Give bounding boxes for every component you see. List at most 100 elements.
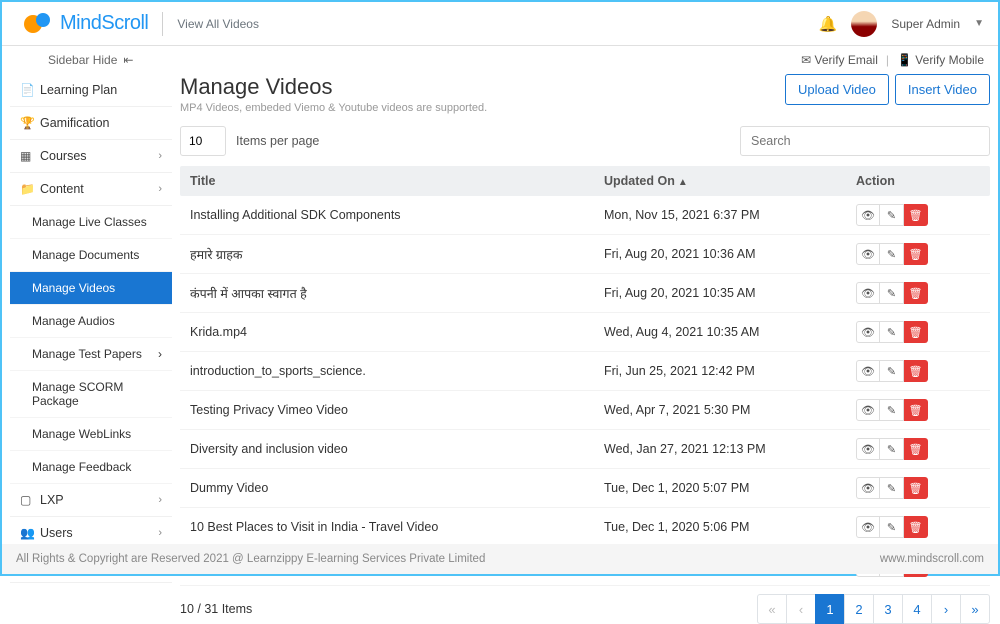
- nav-item-lxp[interactable]: ▢LXP›: [10, 484, 172, 517]
- page-nav-button[interactable]: ›: [931, 594, 961, 624]
- nav-item-learning-plan[interactable]: 📄Learning Plan: [10, 74, 172, 107]
- view-button[interactable]: 👁: [856, 321, 880, 343]
- eye-icon: 👁: [861, 521, 875, 534]
- sidebar-hide-label: Sidebar Hide: [48, 53, 117, 67]
- cell-title: Installing Additional SDK Components: [190, 208, 604, 222]
- sidebar-hide-toggle[interactable]: Sidebar Hide ⇤: [48, 53, 133, 67]
- nav-label: Learning Plan: [40, 83, 162, 97]
- chevron-right-icon: ›: [158, 494, 162, 506]
- eye-icon: 👁: [861, 326, 875, 339]
- nav-item-courses[interactable]: ▦Courses›: [10, 140, 172, 173]
- user-name[interactable]: Super Admin: [891, 17, 960, 31]
- col-title[interactable]: Title: [190, 174, 604, 188]
- cell-title: Diversity and inclusion video: [190, 442, 604, 456]
- edit-button[interactable]: ✎: [880, 516, 904, 538]
- nav-icon: 👥: [20, 526, 34, 540]
- delete-button[interactable]: 🗑: [904, 204, 928, 226]
- table-row: हमारे ग्राहक Fri, Aug 20, 2021 10:36 AM …: [180, 235, 990, 274]
- edit-button[interactable]: ✎: [880, 399, 904, 421]
- trash-icon: 🗑: [909, 326, 923, 339]
- trash-icon: 🗑: [909, 248, 923, 261]
- view-button[interactable]: 👁: [856, 516, 880, 538]
- cell-updated: Fri, Jun 25, 2021 12:42 PM: [604, 364, 856, 378]
- table-row: Testing Privacy Vimeo Video Wed, Apr 7, …: [180, 391, 990, 430]
- nav-sub-manage-test-papers[interactable]: Manage Test Papers›: [10, 338, 172, 371]
- view-button[interactable]: 👁: [856, 438, 880, 460]
- items-count: 10 / 31 Items: [180, 602, 252, 616]
- nav-sub-label: Manage Feedback: [32, 460, 131, 474]
- eye-icon: 👁: [861, 443, 875, 456]
- delete-button[interactable]: 🗑: [904, 438, 928, 460]
- table-row: कंपनी में आपका स्वागत है Fri, Aug 20, 20…: [180, 274, 990, 313]
- nav-icon: 🏆: [20, 116, 34, 130]
- nav-sub-manage-feedback[interactable]: Manage Feedback: [10, 451, 172, 484]
- bell-icon[interactable]: 🔔: [819, 15, 838, 33]
- nav-label: LXP: [40, 493, 158, 507]
- page-number-button[interactable]: 1: [815, 594, 845, 624]
- col-updated[interactable]: Updated On▲: [604, 174, 856, 188]
- edit-button[interactable]: ✎: [880, 321, 904, 343]
- insert-video-button[interactable]: Insert Video: [895, 74, 990, 105]
- nav-sub-manage-videos[interactable]: Manage Videos: [10, 272, 172, 305]
- pagination: «‹1234›»: [757, 594, 990, 624]
- footer-link[interactable]: www.mindscroll.com: [880, 553, 984, 565]
- view-button[interactable]: 👁: [856, 282, 880, 304]
- page-number-button[interactable]: 2: [844, 594, 874, 624]
- view-button[interactable]: 👁: [856, 243, 880, 265]
- nav-item-content[interactable]: 📁Content›: [10, 173, 172, 206]
- collapse-icon: ⇤: [123, 53, 133, 67]
- edit-button[interactable]: ✎: [880, 204, 904, 226]
- delete-button[interactable]: 🗑: [904, 477, 928, 499]
- view-button[interactable]: 👁: [856, 204, 880, 226]
- nav-item-gamification[interactable]: 🏆Gamification: [10, 107, 172, 140]
- view-all-videos-link[interactable]: View All Videos: [177, 17, 259, 31]
- edit-button[interactable]: ✎: [880, 438, 904, 460]
- verify-email-link[interactable]: ✉ Verify Email: [801, 53, 878, 67]
- col-action: Action: [856, 174, 980, 188]
- verify-mobile-link[interactable]: 📱 Verify Mobile: [897, 53, 984, 67]
- page-nav-button[interactable]: »: [960, 594, 990, 624]
- delete-button[interactable]: 🗑: [904, 282, 928, 304]
- cell-updated: Wed, Apr 7, 2021 5:30 PM: [604, 403, 856, 417]
- view-button[interactable]: 👁: [856, 477, 880, 499]
- delete-button[interactable]: 🗑: [904, 321, 928, 343]
- nav-sub-manage-documents[interactable]: Manage Documents: [10, 239, 172, 272]
- delete-button[interactable]: 🗑: [904, 243, 928, 265]
- pencil-icon: ✎: [887, 209, 896, 222]
- table-row: Diversity and inclusion video Wed, Jan 2…: [180, 430, 990, 469]
- view-button[interactable]: 👁: [856, 360, 880, 382]
- view-button[interactable]: 👁: [856, 399, 880, 421]
- upload-video-button[interactable]: Upload Video: [785, 74, 889, 105]
- items-per-page-input[interactable]: [180, 126, 226, 156]
- cell-updated: Wed, Aug 4, 2021 10:35 AM: [604, 325, 856, 339]
- page-number-button[interactable]: 4: [902, 594, 932, 624]
- table-header: Title Updated On▲ Action: [180, 166, 990, 196]
- brand-logo[interactable]: MindScroll: [16, 12, 148, 35]
- separator: |: [886, 53, 889, 67]
- cell-title: Testing Privacy Vimeo Video: [190, 403, 604, 417]
- page-subtitle: MP4 Videos, embeded Viemo & Youtube vide…: [180, 102, 487, 114]
- trash-icon: 🗑: [909, 482, 923, 495]
- nav-sub-manage-audios[interactable]: Manage Audios: [10, 305, 172, 338]
- edit-button[interactable]: ✎: [880, 477, 904, 499]
- delete-button[interactable]: 🗑: [904, 516, 928, 538]
- edit-button[interactable]: ✎: [880, 282, 904, 304]
- avatar[interactable]: [851, 11, 877, 37]
- table-row: Krida.mp4 Wed, Aug 4, 2021 10:35 AM 👁 ✎ …: [180, 313, 990, 352]
- trash-icon: 🗑: [909, 365, 923, 378]
- nav-sub-label: Manage WebLinks: [32, 427, 131, 441]
- nav-sub-manage-weblinks[interactable]: Manage WebLinks: [10, 418, 172, 451]
- sort-asc-icon: ▲: [678, 177, 688, 188]
- page-number-button[interactable]: 3: [873, 594, 903, 624]
- table-row: introduction_to_sports_science. Fri, Jun…: [180, 352, 990, 391]
- delete-button[interactable]: 🗑: [904, 399, 928, 421]
- brand-name: MindScroll: [60, 12, 148, 35]
- edit-button[interactable]: ✎: [880, 360, 904, 382]
- edit-button[interactable]: ✎: [880, 243, 904, 265]
- nav-sub-manage-live-classes[interactable]: Manage Live Classes: [10, 206, 172, 239]
- delete-button[interactable]: 🗑: [904, 360, 928, 382]
- search-input[interactable]: [740, 126, 990, 156]
- pencil-icon: ✎: [887, 365, 896, 378]
- caret-down-icon[interactable]: ▼: [974, 18, 984, 29]
- nav-sub-manage-scorm-package[interactable]: Manage SCORM Package: [10, 371, 172, 418]
